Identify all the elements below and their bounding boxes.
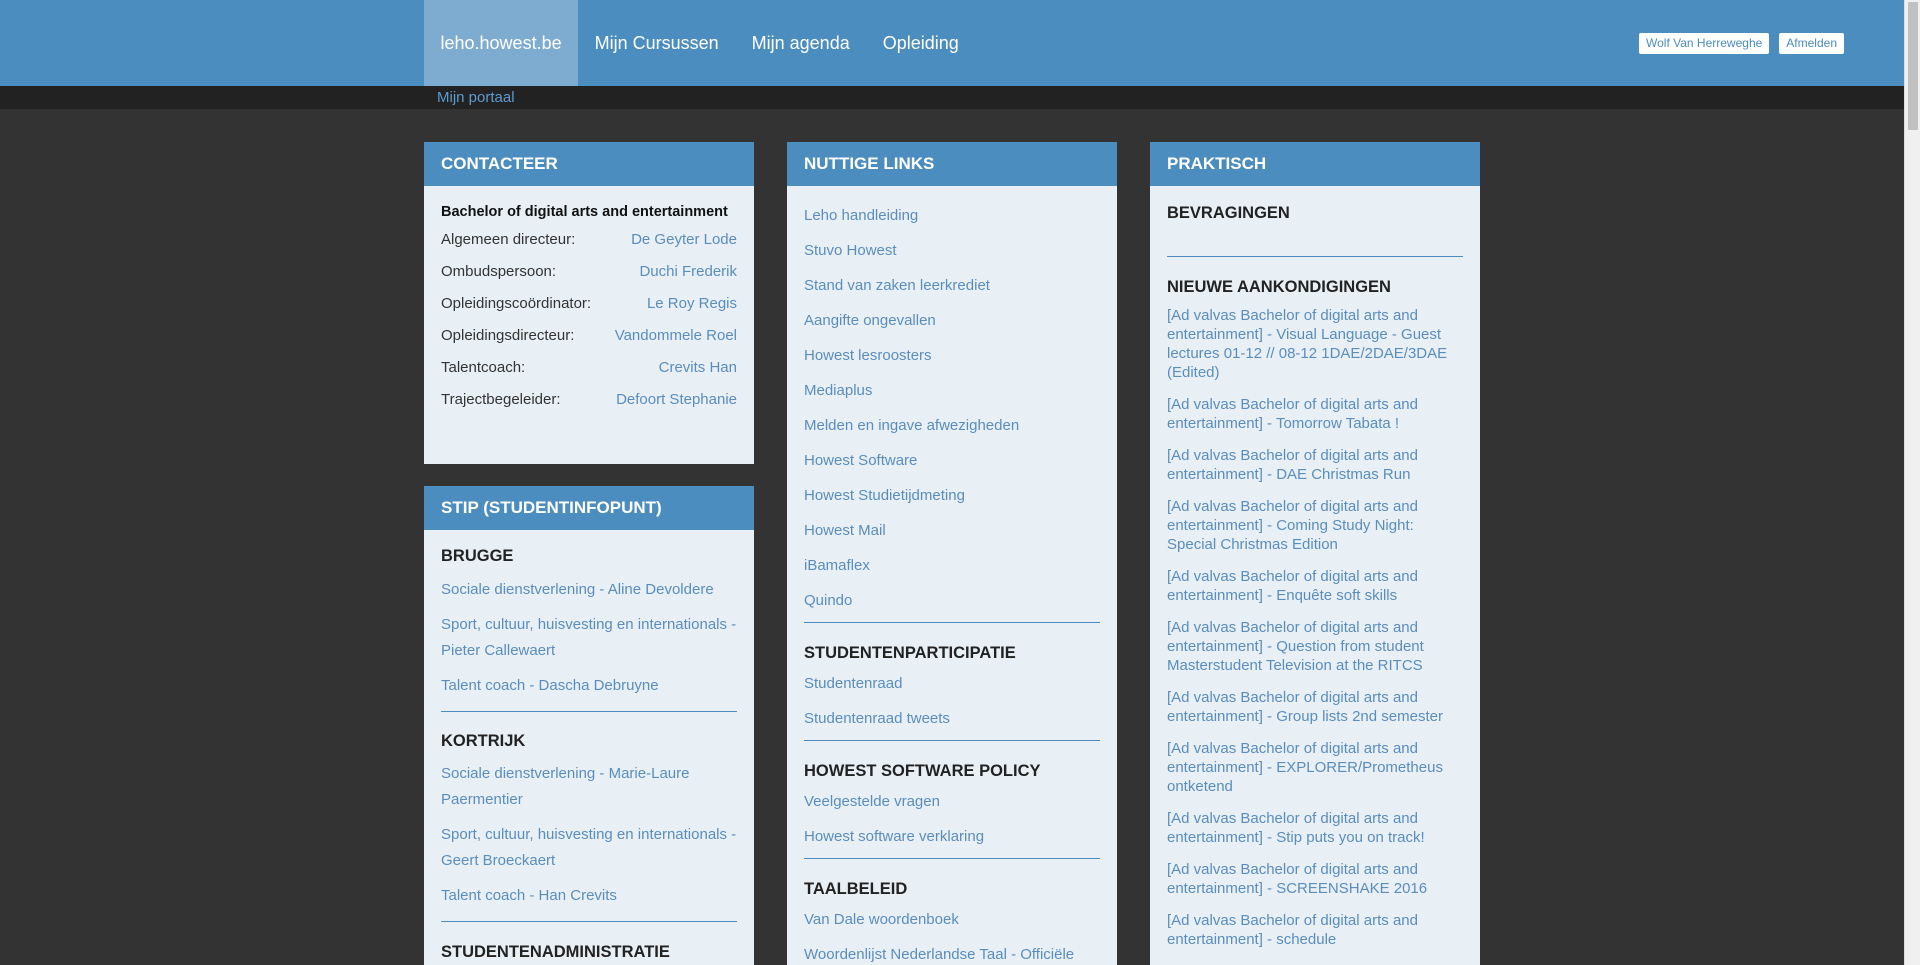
contact-link[interactable]: Duchi Frederik: [639, 256, 737, 288]
contact-panel-title: CONTACTEER: [424, 142, 754, 186]
contact-link[interactable]: Defoort Stephanie: [616, 384, 737, 416]
nav-item-my-agenda[interactable]: Mijn agenda: [735, 0, 866, 86]
contact-row: Opleidingsdirecteur: Vandommele Roel: [441, 320, 737, 352]
software-policy-link[interactable]: Veelgestelde vragen: [804, 784, 1100, 819]
contact-organization: Bachelor of digital arts and entertainme…: [441, 204, 728, 220]
software-policy-link[interactable]: Howest software verklaring: [804, 819, 1100, 854]
contact-link[interactable]: De Geyter Lode: [631, 224, 737, 256]
nav-item-opleiding[interactable]: Opleiding: [866, 0, 975, 86]
stip-panel-title: STIP (STUDENTINFOPUNT): [424, 486, 754, 530]
section-title-announcements: NIEUWE AANKONDIGINGEN: [1167, 278, 1391, 296]
page-scrollbar[interactable]: [1904, 0, 1920, 965]
divider: [441, 711, 737, 712]
contact-label: Opleidingscoördinator:: [441, 295, 592, 312]
nav-item-home[interactable]: leho.howest.be: [424, 0, 579, 86]
contact-row: Algemeen directeur: De Geyter Lode: [441, 224, 737, 256]
useful-link[interactable]: Howest Software: [804, 443, 1100, 478]
useful-link[interactable]: Leho handleiding: [804, 198, 1100, 233]
stip-panel: STIP (STUDENTINFOPUNT) BRUGGE Sociale di…: [424, 486, 754, 965]
useful-link[interactable]: Quindo: [804, 583, 1100, 618]
contact-label: Opleidingsdirecteur:: [441, 327, 575, 344]
stip-link[interactable]: Sport, cultuur, huisvesting en internati…: [441, 612, 737, 664]
section-title-taalbeleid: TAALBELEID: [804, 880, 908, 898]
user-profile-button[interactable]: Wolf Van Herreweghe: [1639, 33, 1770, 54]
section-title-kortrijk: KORTRIJK: [441, 732, 526, 750]
contact-link[interactable]: Le Roy Regis: [647, 288, 737, 320]
useful-links-panel: NUTTIGE LINKS Leho handleiding Stuvo How…: [787, 142, 1117, 965]
announcement-link[interactable]: [Ad valvas Bachelor of digital arts and …: [1167, 739, 1463, 796]
announcement-link[interactable]: [Ad valvas Bachelor of digital arts and …: [1167, 860, 1463, 898]
contact-row: Ombudspersoon: Duchi Frederik: [441, 256, 737, 288]
contact-label: Algemeen directeur:: [441, 231, 576, 248]
contact-link[interactable]: Vandommele Roel: [615, 320, 737, 352]
divider: [804, 740, 1100, 741]
language-policy-link[interactable]: Van Dale woordenboek: [804, 902, 1100, 937]
breadcrumb-my-portal[interactable]: Mijn portaal: [437, 89, 515, 106]
main-nav: leho.howest.be Mijn Cursussen Mijn agend…: [424, 0, 975, 86]
section-title-studentenadministratie: STUDENTENADMINISTRATIE: [441, 943, 670, 961]
announcement-link[interactable]: [Ad valvas Bachelor of digital arts and …: [1167, 306, 1463, 382]
stip-link[interactable]: Sociale dienstverlening - Marie-Laure Pa…: [441, 761, 737, 813]
announcement-link[interactable]: [Ad valvas Bachelor of digital arts and …: [1167, 446, 1463, 484]
announcement-link[interactable]: [Ad valvas Bachelor of digital arts and …: [1167, 688, 1463, 726]
contact-label: Ombudspersoon:: [441, 263, 557, 280]
announcement-link[interactable]: [Ad valvas Bachelor of digital arts and …: [1167, 809, 1463, 847]
section-title-software-policy: HOWEST SOFTWARE POLICY: [804, 762, 1041, 780]
practical-panel-title: PRAKTISCH: [1150, 142, 1480, 186]
contact-row: Opleidingscoördinator: Le Roy Regis: [441, 288, 737, 320]
useful-link[interactable]: Stuvo Howest: [804, 233, 1100, 268]
section-title-brugge: BRUGGE: [441, 547, 514, 565]
practical-panel: PRAKTISCH BEVRAGINGEN NIEUWE AANKONDIGIN…: [1150, 142, 1480, 965]
announcement-link[interactable]: [Ad valvas Bachelor of digital arts and …: [1167, 567, 1463, 605]
language-policy-link[interactable]: Woordenlijst Nederlandse Taal - Officiël…: [804, 937, 1100, 965]
top-navigation-bar: leho.howest.be Mijn Cursussen Mijn agend…: [0, 0, 1904, 86]
contact-link[interactable]: Crevits Han: [659, 352, 737, 384]
contact-panel: CONTACTEER Bachelor of digital arts and …: [424, 142, 754, 464]
useful-link[interactable]: Aangifte ongevallen: [804, 303, 1100, 338]
announcement-link[interactable]: [Ad valvas Bachelor of digital arts and …: [1167, 395, 1463, 433]
useful-link[interactable]: Howest Mail: [804, 513, 1100, 548]
announcement-link[interactable]: [Ad valvas Bachelor of digital arts and …: [1167, 911, 1463, 949]
useful-link[interactable]: iBamaflex: [804, 548, 1100, 583]
useful-link[interactable]: Mediaplus: [804, 373, 1100, 408]
contact-row: Talentcoach: Crevits Han: [441, 352, 737, 384]
contact-label: Talentcoach:: [441, 359, 526, 376]
useful-link[interactable]: Melden en ingave afwezigheden: [804, 408, 1100, 443]
user-area: Wolf Van Herreweghe Afmelden: [1639, 33, 1844, 54]
useful-links-title: NUTTIGE LINKS: [787, 142, 1117, 186]
section-title-bevragingen: BEVRAGINGEN: [1167, 204, 1290, 222]
divider: [804, 858, 1100, 859]
useful-link[interactable]: Howest lesroosters: [804, 338, 1100, 373]
divider: [1167, 256, 1463, 257]
section-title-studentenparticipatie: STUDENTENPARTICIPATIE: [804, 644, 1016, 662]
participation-link[interactable]: Studentenraad: [804, 666, 1100, 701]
contact-row: Trajectbegeleider: Defoort Stephanie: [441, 384, 737, 416]
announcement-link[interactable]: [Ad valvas Bachelor of digital arts and …: [1167, 497, 1463, 554]
logout-button[interactable]: Afmelden: [1779, 33, 1844, 54]
stip-link[interactable]: Talent coach - Han Crevits: [441, 883, 737, 909]
breadcrumb-bar: Mijn portaal: [0, 86, 1904, 109]
useful-link[interactable]: Howest Studietijdmeting: [804, 478, 1100, 513]
nav-item-my-courses[interactable]: Mijn Cursussen: [578, 0, 735, 86]
divider: [441, 921, 737, 922]
useful-link[interactable]: Stand van zaken leerkrediet: [804, 268, 1100, 303]
stip-link[interactable]: Sociale dienstverlening - Aline Devolder…: [441, 577, 737, 603]
scrollbar-thumb[interactable]: [1908, 2, 1918, 130]
divider: [804, 622, 1100, 623]
contact-label: Trajectbegeleider:: [441, 391, 561, 408]
stip-link[interactable]: Sport, cultuur, huisvesting en internati…: [441, 822, 737, 874]
stip-link[interactable]: Talent coach - Dascha Debruyne: [441, 673, 737, 699]
announcement-link[interactable]: [Ad valvas Bachelor of digital arts and …: [1167, 618, 1463, 675]
participation-link[interactable]: Studentenraad tweets: [804, 701, 1100, 736]
